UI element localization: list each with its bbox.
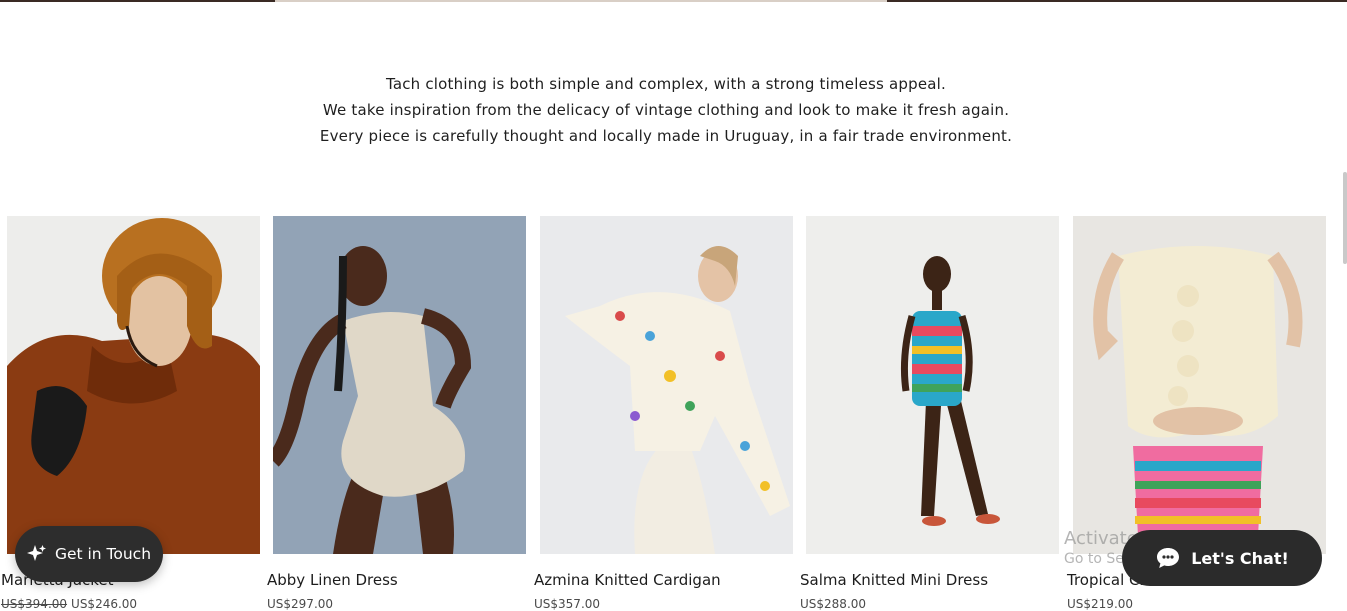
product-price: US$394.00 US$246.00 [1, 597, 137, 611]
product-image[interactable] [273, 216, 526, 554]
product-card-salma-knitted-mini-dress[interactable]: Salma Knitted Mini Dress US$288.00 [800, 216, 1059, 611]
price: US$219.00 [1067, 597, 1134, 611]
product-name[interactable]: Salma Knitted Mini Dress [800, 571, 988, 589]
sale-price: US$246.00 [71, 597, 138, 611]
product-card-abby-linen-dress[interactable]: Abby Linen Dress US$297.00 [267, 216, 526, 611]
original-price: US$394.00 [1, 597, 68, 611]
price: US$357.00 [534, 597, 601, 611]
product-image[interactable] [7, 216, 260, 554]
product-name[interactable]: Azmina Knitted Cardigan [534, 571, 721, 589]
product-name[interactable]: Abby Linen Dress [267, 571, 398, 589]
brand-intro: Tach clothing is both simple and complex… [0, 71, 1332, 149]
top-divider [0, 0, 1347, 2]
intro-line-3: Every piece is carefully thought and loc… [319, 127, 1013, 145]
lets-chat-button[interactable]: Let's Chat! [1122, 530, 1322, 586]
chat-bubble-icon [1157, 548, 1180, 568]
product-image[interactable] [806, 216, 1059, 554]
intro-line-2: We take inspiration from the delicacy of… [322, 101, 1010, 119]
product-price: US$357.00 [534, 597, 600, 611]
intro-line-1: Tach clothing is both simple and complex… [385, 75, 947, 93]
sparkle-icon [26, 545, 46, 561]
product-image[interactable] [540, 216, 793, 554]
get-in-touch-button[interactable]: Get in Touch [15, 526, 163, 582]
get-in-touch-label: Get in Touch [54, 545, 152, 563]
product-price: US$288.00 [800, 597, 866, 611]
product-image[interactable] [1073, 216, 1326, 554]
price: US$288.00 [800, 597, 867, 611]
product-price: US$219.00 [1067, 597, 1133, 611]
price: US$297.00 [267, 597, 334, 611]
product-card-azmina-knitted-cardigan[interactable]: Azmina Knitted Cardigan US$357.00 [534, 216, 793, 611]
product-price: US$297.00 [267, 597, 333, 611]
lets-chat-label: Let's Chat! [1191, 548, 1289, 568]
